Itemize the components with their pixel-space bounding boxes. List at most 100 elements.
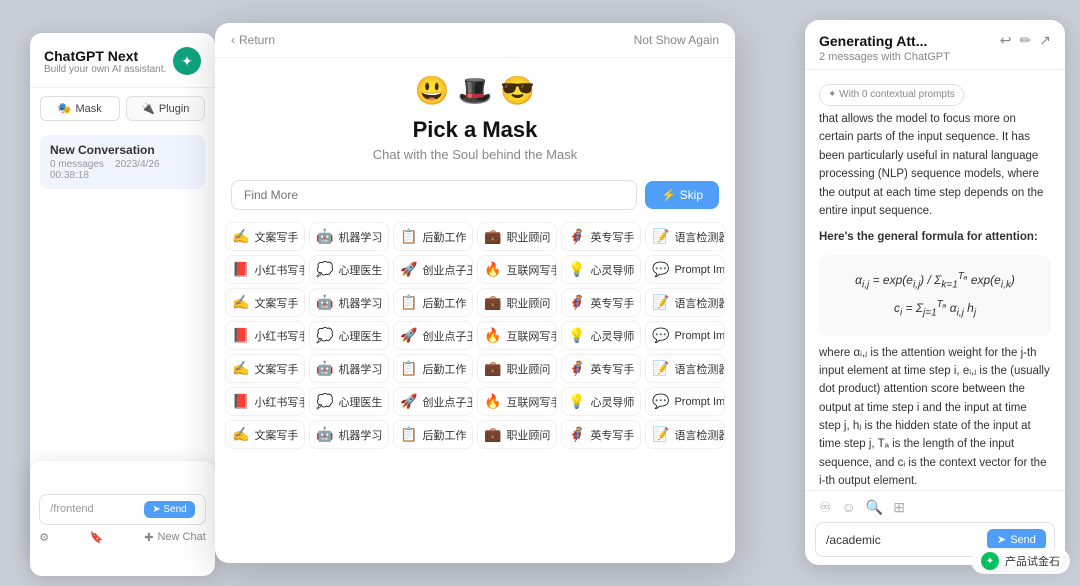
bottom-new-chat-button[interactable]: ✚ New Chat bbox=[144, 531, 206, 544]
mask-row: ✍️文案写手🤖机器学习 📋 后勤工作 💼职业顾问🦸英专写手📝语言检测器 bbox=[225, 288, 725, 317]
mask-item[interactable]: 🦸英专写手 bbox=[561, 354, 641, 383]
mask-emoji: 📋 bbox=[400, 426, 417, 443]
mask-row: ✍️文案写手 🤖 机器学习 📋后勤工作💼职业顾问🦸英专写手📝语言检测器 bbox=[225, 354, 725, 383]
mask-emoji: 📕 bbox=[232, 327, 249, 344]
bottom-bookmark-icon[interactable]: 🔖 bbox=[90, 531, 104, 544]
mask-item[interactable]: 💡心灵导师 bbox=[561, 321, 641, 350]
undo-icon[interactable]: ↩ bbox=[1000, 32, 1012, 49]
mask-item[interactable]: 🦸英专写手 bbox=[561, 288, 641, 317]
wechat-icon: ✦ bbox=[981, 552, 999, 570]
mask-item[interactable]: ✍️文案写手 bbox=[225, 354, 305, 383]
mask-item[interactable]: 💼职业顾问 bbox=[477, 222, 557, 251]
mask-item[interactable]: 🤖机器学习 bbox=[309, 288, 389, 317]
mask-item[interactable]: 📝语言检测器 bbox=[645, 420, 725, 449]
conversation-item[interactable]: New Conversation 0 messages 2023/4/26 00… bbox=[40, 135, 205, 189]
mask-label: 心灵导师 bbox=[590, 262, 634, 278]
mask-item[interactable]: ✍️文案写手 bbox=[225, 222, 305, 251]
mask-emoji: 💼 bbox=[484, 294, 501, 311]
mask-label: 职业顾问 bbox=[506, 229, 550, 245]
mask-item[interactable]: 🔥互联网写手 bbox=[477, 255, 557, 284]
mask-label: 语言检测器 bbox=[674, 427, 725, 443]
mask-label: 机器学习 bbox=[338, 361, 382, 377]
not-show-button[interactable]: Not Show Again bbox=[634, 33, 719, 47]
left-panel-title: ChatGPT Next Build your own AI assistant… bbox=[44, 48, 166, 75]
mask-item[interactable]: 💬Prompt Im... bbox=[645, 321, 725, 350]
mask-item[interactable]: 🚀创业点子王 bbox=[393, 255, 473, 284]
mask-emoji: 💡 bbox=[568, 393, 585, 410]
mask-item[interactable]: 📋后勤工作 bbox=[393, 222, 473, 251]
mask-item[interactable]: 📝语言检测器 bbox=[645, 288, 725, 317]
contextual-prompt-badge: ✦ With 0 contextual prompts bbox=[819, 84, 964, 106]
mask-item[interactable]: 🚀创业点子王 bbox=[393, 321, 473, 350]
mask-tab-icon: 🎭 bbox=[58, 102, 72, 115]
mask-item[interactable]: 💬Prompt Im... bbox=[645, 255, 725, 284]
watermark-label: 产品试金石 bbox=[1005, 553, 1060, 569]
share-icon[interactable]: ↗ bbox=[1039, 32, 1051, 49]
mask-label: 后勤工作 bbox=[422, 427, 466, 443]
tab-mask[interactable]: 🎭 Mask bbox=[40, 96, 120, 121]
edit-icon[interactable]: ✏ bbox=[1020, 32, 1032, 49]
mask-label: 小红书写手 bbox=[254, 328, 305, 344]
mask-item[interactable]: 💼职业顾问 bbox=[477, 288, 557, 317]
mask-item[interactable]: 💼职业顾问 bbox=[477, 420, 557, 449]
mask-item[interactable]: ✍️文案写手 bbox=[225, 420, 305, 449]
bottom-send-button[interactable]: ➤ Send bbox=[144, 501, 195, 518]
mask-emoji: 🤖 bbox=[316, 228, 333, 245]
mask-emoji: 🦸 bbox=[568, 228, 585, 245]
mask-item[interactable]: 📋 后勤工作 bbox=[393, 288, 473, 317]
right-header: Generating Att... ↩ ✏ ↗ 2 messages with … bbox=[805, 20, 1065, 70]
image-icon[interactable]: ⊞ bbox=[893, 499, 905, 516]
mask-item[interactable]: 🦸英专写手 bbox=[561, 420, 641, 449]
search-icon[interactable]: 🔍 bbox=[866, 499, 883, 516]
mask-emoji: 📕 bbox=[232, 261, 249, 278]
mask-emoji: 💡 bbox=[568, 327, 585, 344]
mask-item[interactable]: 💭心理医生 bbox=[309, 387, 389, 416]
mask-item[interactable]: 🤖 机器学习 bbox=[309, 354, 389, 383]
mask-item[interactable]: 🔥互联网写手 bbox=[477, 321, 557, 350]
left-tabs: 🎭 Mask 🔌 Plugin bbox=[30, 88, 215, 129]
right-chat-input[interactable] bbox=[826, 533, 981, 547]
mask-item[interactable]: 🚀创业点子王 bbox=[393, 387, 473, 416]
right-send-button[interactable]: ➤ Send bbox=[987, 529, 1046, 550]
modal-hero-emojis: 😃 🎩 😎 bbox=[215, 74, 735, 107]
skip-button[interactable]: ⚡ Skip bbox=[645, 181, 719, 209]
mask-item[interactable]: 📋 后勤工作 bbox=[393, 420, 473, 449]
mask-item[interactable]: 📋后勤工作 bbox=[393, 354, 473, 383]
mask-emoji: 📝 bbox=[652, 360, 669, 377]
mask-item[interactable]: 💬Prompt Im... bbox=[645, 387, 725, 416]
mask-item[interactable]: 🔥互联网写手 bbox=[477, 387, 557, 416]
bottom-settings-icon[interactable]: ⚙ bbox=[39, 531, 49, 544]
mask-item[interactable]: 📕小红书写手 bbox=[225, 387, 305, 416]
mask-item[interactable]: ✍️文案写手 bbox=[225, 288, 305, 317]
mask-label: 英专写手 bbox=[590, 295, 634, 311]
mask-item[interactable]: 💭心理医生 bbox=[309, 255, 389, 284]
mask-item[interactable]: 📝语言检测器 bbox=[645, 222, 725, 251]
mask-item[interactable]: 🦸英专写手 bbox=[561, 222, 641, 251]
mask-item[interactable]: 📝语言检测器 bbox=[645, 354, 725, 383]
mask-label: Prompt Im... bbox=[674, 330, 725, 342]
mask-item[interactable]: 📕 小红书写手 bbox=[225, 321, 305, 350]
mask-emoji: 🦸 bbox=[568, 426, 585, 443]
mask-emoji: 📋 bbox=[400, 294, 417, 311]
mask-item[interactable]: 💡心灵导师 bbox=[561, 387, 641, 416]
mask-item[interactable]: 💡心灵导师 bbox=[561, 255, 641, 284]
emoji-icon[interactable]: ☺ bbox=[842, 499, 856, 516]
mask-item[interactable]: 🤖机器学习 bbox=[309, 420, 389, 449]
bottom-input-row[interactable]: /frontend ➤ Send bbox=[39, 494, 206, 525]
mask-item[interactable]: 🤖机器学习 bbox=[309, 222, 389, 251]
mask-search-input[interactable] bbox=[231, 180, 637, 210]
mask-label: 后勤工作 bbox=[422, 295, 466, 311]
mask-label: 职业顾问 bbox=[506, 427, 550, 443]
mask-item[interactable]: 💼职业顾问 bbox=[477, 354, 557, 383]
return-button[interactable]: ‹ Return bbox=[231, 33, 275, 47]
explanation-text: where αᵢ,ⱼ is the attention weight for t… bbox=[819, 344, 1051, 490]
mask-emoji: 💭 bbox=[316, 261, 333, 278]
translate-icon[interactable]: ♾ bbox=[819, 499, 832, 516]
mask-item[interactable]: 📕小红书写手 bbox=[225, 255, 305, 284]
mask-label: 文案写手 bbox=[254, 427, 298, 443]
mask-emoji: ✍️ bbox=[232, 294, 249, 311]
tab-plugin[interactable]: 🔌 Plugin bbox=[126, 96, 206, 121]
mask-item[interactable]: 💭心理医生 bbox=[309, 321, 389, 350]
mask-emoji: 🔥 bbox=[484, 393, 501, 410]
mask-emoji: 🤖 bbox=[316, 360, 333, 377]
